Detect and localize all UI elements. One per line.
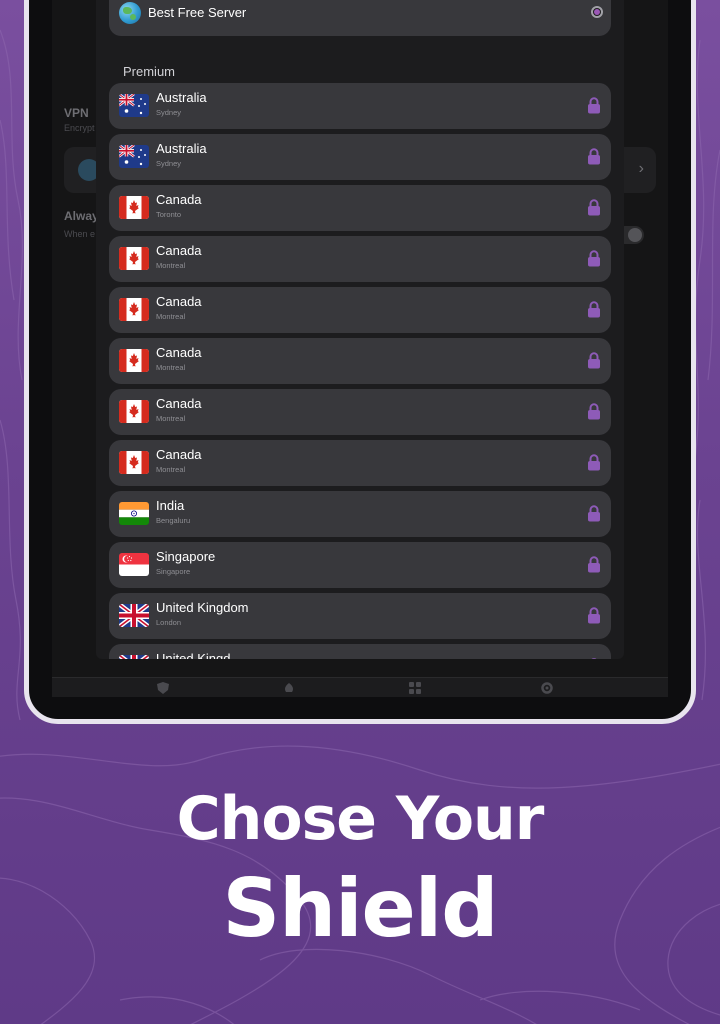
- lock-icon: [587, 607, 601, 624]
- tablet-frame: VPN Encrypt › Alway When e Best Free Ser…: [24, 0, 696, 724]
- server-country: United Kingdom: [156, 600, 249, 615]
- server-row[interactable]: Australia Sydney: [109, 83, 611, 129]
- server-country: Australia: [156, 90, 207, 105]
- server-row[interactable]: Australia Sydney: [109, 134, 611, 180]
- premium-section-label: Premium: [123, 64, 176, 79]
- onion-icon[interactable]: [282, 682, 296, 694]
- server-row[interactable]: Canada Montreal: [109, 440, 611, 486]
- flag-in-icon: [119, 502, 149, 525]
- chevron-right-icon: ›: [638, 160, 644, 177]
- tab-bar: [52, 677, 668, 697]
- tablet-screen: VPN Encrypt › Alway When e Best Free Ser…: [52, 0, 668, 697]
- server-row[interactable]: Canada Montreal: [109, 287, 611, 333]
- server-country: Australia: [156, 141, 207, 156]
- lock-icon: [587, 658, 601, 659]
- server-city: Montreal: [156, 312, 186, 321]
- headline-line-1: Chose Your: [176, 784, 545, 854]
- server-row[interactable]: India Bengaluru: [109, 491, 611, 537]
- flag-ca-icon: [119, 247, 149, 270]
- flag-au-icon: [119, 145, 149, 168]
- server-city: London: [156, 618, 182, 627]
- lock-icon: [587, 301, 601, 318]
- lock-icon: [587, 97, 601, 114]
- lock-icon: [587, 352, 601, 369]
- best-free-server-row[interactable]: Best Free Server: [109, 0, 611, 36]
- apps-icon[interactable]: [408, 682, 422, 694]
- lock-icon: [587, 199, 601, 216]
- server-city: Sydney: [156, 159, 182, 168]
- flag-ca-icon: [119, 298, 149, 321]
- server-row[interactable]: Canada Montreal: [109, 236, 611, 282]
- lock-icon: [587, 454, 601, 471]
- lock-icon: [587, 505, 601, 522]
- server-country: Canada: [156, 396, 202, 411]
- server-country: India: [156, 498, 185, 513]
- server-country: Canada: [156, 192, 202, 207]
- server-country: Canada: [156, 447, 202, 462]
- server-row[interactable]: United Kingd: [109, 644, 611, 659]
- flag-sg-icon: [119, 553, 149, 576]
- selected-radio-icon[interactable]: [591, 6, 603, 18]
- flag-ca-icon: [119, 400, 149, 423]
- server-country: Canada: [156, 243, 202, 258]
- server-row[interactable]: Singapore Singapore: [109, 542, 611, 588]
- server-country: Singapore: [156, 549, 216, 564]
- server-row[interactable]: Canada Montreal: [109, 338, 611, 384]
- globe-icon: [119, 2, 141, 24]
- lock-icon: [587, 148, 601, 165]
- server-row[interactable]: Canada Montreal: [109, 389, 611, 435]
- lock-icon: [587, 403, 601, 420]
- server-list-sheet: Best Free Server Premium Australia Sydney…: [96, 0, 624, 659]
- flag-ca-icon: [119, 451, 149, 474]
- server-country: Canada: [156, 294, 202, 309]
- shield-icon[interactable]: [156, 682, 170, 694]
- flag-ca-icon: [119, 196, 149, 219]
- always-on-title: Alway: [64, 209, 99, 223]
- server-name: Best Free Server: [148, 5, 247, 20]
- flag-gb-icon: [119, 655, 149, 659]
- gear-icon[interactable]: [540, 682, 554, 694]
- server-row[interactable]: Canada Toronto: [109, 185, 611, 231]
- flag-gb-icon: [119, 604, 149, 627]
- server-city: Montreal: [156, 261, 186, 270]
- vpn-section-subtitle: Encrypt: [64, 123, 95, 133]
- headline-line-2: Shield: [222, 862, 499, 955]
- server-city: Sydney: [156, 108, 182, 117]
- server-row[interactable]: United Kingdom London: [109, 593, 611, 639]
- server-city: Toronto: [156, 210, 182, 219]
- vpn-section-title: VPN: [64, 106, 89, 120]
- flag-ca-icon: [119, 349, 149, 372]
- server-country: Canada: [156, 345, 202, 360]
- server-city: Singapore: [156, 567, 191, 576]
- server-city: Montreal: [156, 363, 186, 372]
- server-city: Bengaluru: [156, 516, 191, 525]
- lock-icon: [587, 250, 601, 267]
- server-country: United Kingd: [156, 651, 231, 659]
- server-city: Montreal: [156, 465, 186, 474]
- always-on-subtitle: When e: [64, 229, 96, 239]
- server-city: Montreal: [156, 414, 186, 423]
- flag-au-icon: [119, 94, 149, 117]
- lock-icon: [587, 556, 601, 573]
